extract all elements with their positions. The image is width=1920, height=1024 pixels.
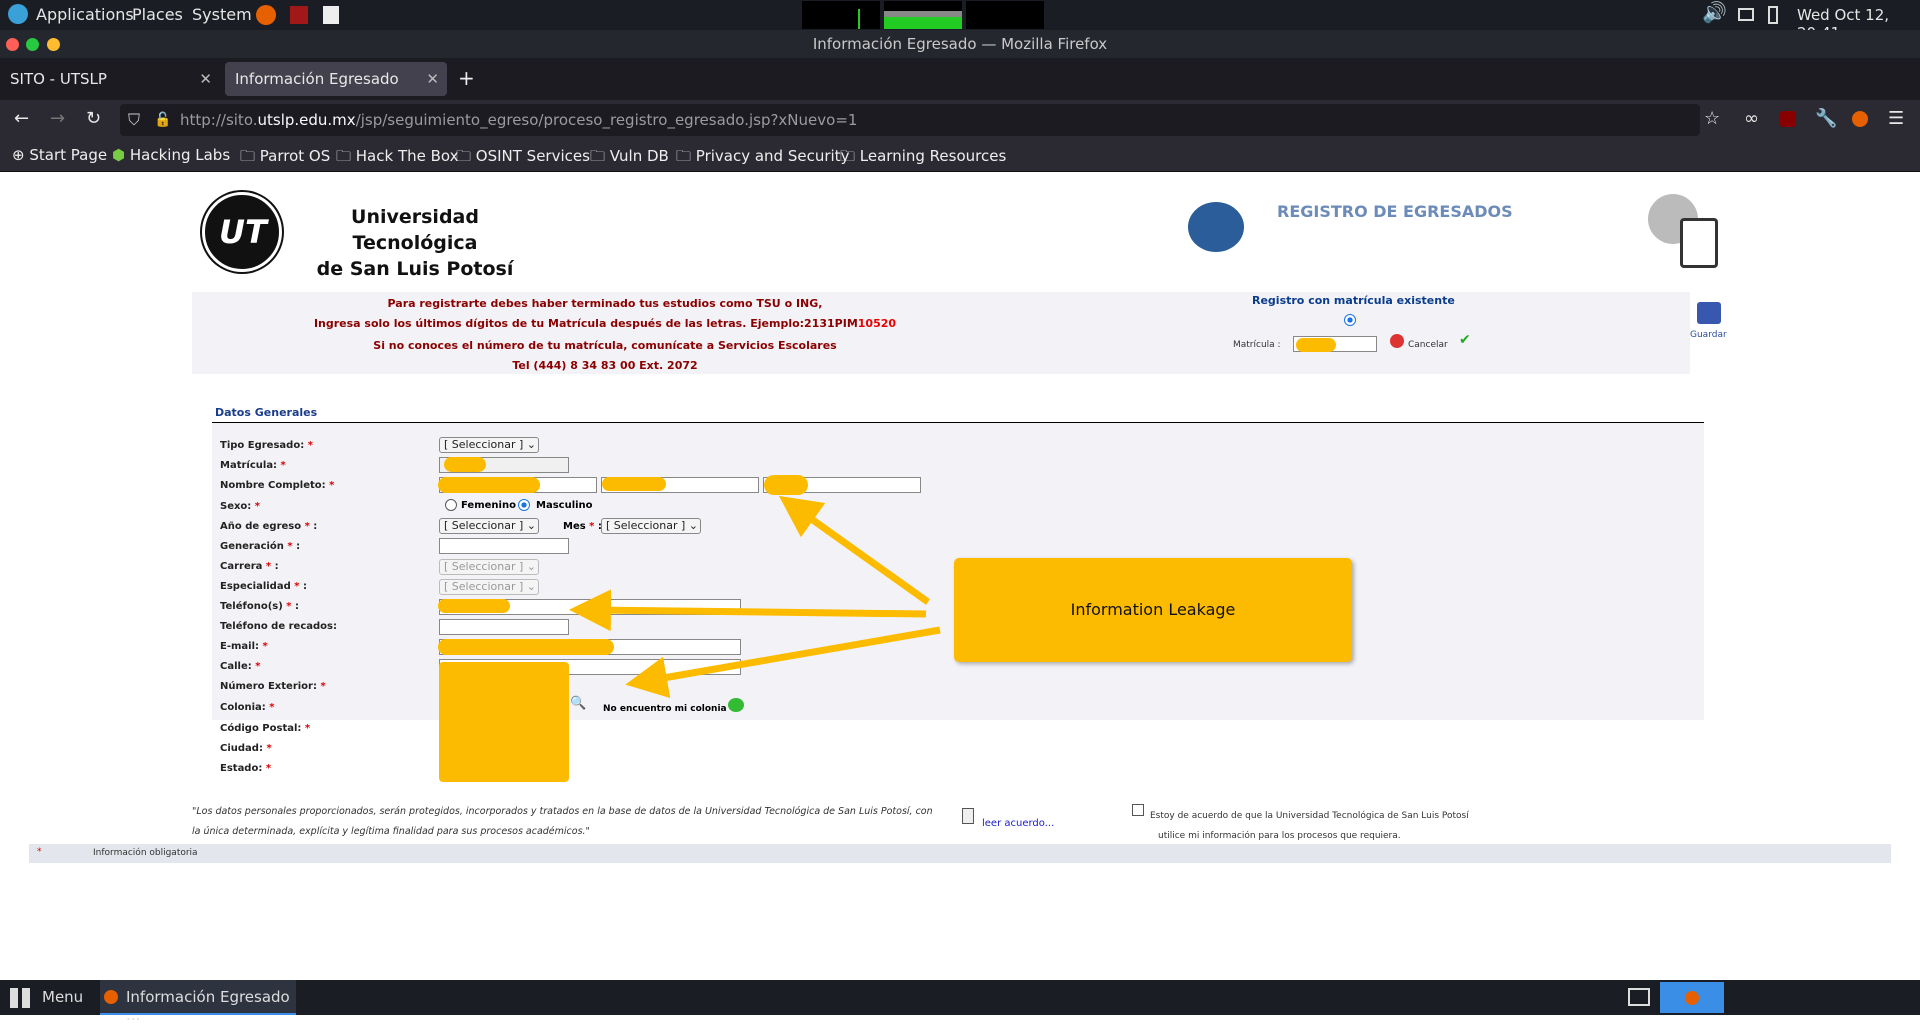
battery-icon[interactable] <box>1768 6 1778 24</box>
bookmark-label: Hack The Box <box>355 147 459 165</box>
window-title-bar: Información Egresado — Mozilla Firefox <box>0 30 1920 58</box>
close-tab-icon[interactable]: ✕ <box>199 62 212 96</box>
tab-label: Información Egresado <box>235 70 399 88</box>
leer-acuerdo-link[interactable]: leer acuerdo... <box>982 818 1054 829</box>
arrow-to-telefono <box>569 589 927 632</box>
bookmark-osint-services[interactable]: 🗀 OSINT Services <box>456 146 590 171</box>
tab-sito[interactable]: SITO - UTSLP ✕ <box>0 62 220 96</box>
maximize-window-icon[interactable] <box>26 38 39 51</box>
bookmark-label: OSINT Services <box>475 147 590 165</box>
privacy-notice: "Los datos personales proporcionados, se… <box>192 806 933 837</box>
acuerdo-line1: Estoy de acuerdo de que la Universidad T… <box>1150 811 1469 821</box>
acuerdo-checkbox[interactable] <box>1132 804 1144 816</box>
forward-icon[interactable]: → <box>50 108 65 129</box>
reload-icon[interactable]: ↻ <box>86 108 101 129</box>
bookmark-start-page[interactable]: ⊕ Start Page <box>12 146 107 164</box>
bookmark-hack-the-box[interactable]: 🗀 Hack The Box <box>336 146 459 171</box>
start-menu-button[interactable]: Menu <box>42 988 83 1006</box>
insecure-lock-icon[interactable]: 🔓 <box>154 104 171 136</box>
obligatoria-bar: * Información obligatoria <box>29 844 1891 863</box>
bookmark-label: Start Page <box>29 146 108 164</box>
close-tab-icon[interactable]: ✕ <box>426 62 439 96</box>
arrow-to-nombre <box>778 495 931 605</box>
cpu-monitor-graph <box>802 1 880 29</box>
back-icon[interactable]: ← <box>14 108 29 129</box>
text-editor-launcher-icon[interactable] <box>323 6 339 24</box>
bookmarks-toolbar: ⊕ Start Page ⬢ Hacking Labs 🗀 Parrot OS … <box>0 140 1920 172</box>
bookmark-hacking-labs[interactable]: ⬢ Hacking Labs <box>112 146 230 164</box>
volume-icon[interactable]: 🔊 <box>1702 0 1727 24</box>
bookmark-parrot-os[interactable]: 🗀 Parrot OS <box>240 146 330 171</box>
bookmark-label: Parrot OS <box>259 147 331 165</box>
url-domain: utslp.edu.mx <box>257 111 356 129</box>
bookmark-label: Vuln DB <box>609 147 669 165</box>
workspace-switcher-icon[interactable] <box>1628 988 1650 1006</box>
bookmark-label: Learning Resources <box>859 147 1007 165</box>
url-path: /jsp/seguimiento_egreso/proceso_registro… <box>355 111 858 129</box>
firefox-launcher-icon[interactable] <box>256 5 276 25</box>
new-tab-icon[interactable]: + <box>458 66 475 90</box>
obligatoria-text: Información obligatoria <box>93 848 198 858</box>
hamburger-menu-icon[interactable]: ☰ <box>1888 108 1904 129</box>
shield-icon[interactable]: ⛉ <box>128 104 140 136</box>
url-prefix: http://sito. <box>180 111 258 129</box>
system-menu[interactable]: System <box>192 5 252 24</box>
workspace-indicator[interactable] <box>1660 982 1724 1013</box>
tab-strip: SITO - UTSLP ✕ Información Egresado ✕ + <box>0 58 1920 100</box>
extension-fox-icon[interactable] <box>1852 111 1868 127</box>
bookmark-learning-resources[interactable]: 🗀 Learning Resources <box>840 146 1006 171</box>
display-icon[interactable] <box>1738 8 1754 21</box>
terminal-launcher-icon[interactable] <box>290 6 308 24</box>
menu-grid-icon[interactable] <box>10 988 30 1008</box>
close-window-icon[interactable] <box>6 38 19 51</box>
bookmark-vuln-db[interactable]: 🗀 Vuln DB <box>590 146 669 171</box>
required-asterisk: * <box>37 847 42 857</box>
firefox-icon <box>1685 991 1699 1005</box>
acuerdo-line2: utilice mi información para los procesos… <box>1158 831 1401 841</box>
bookmark-label: Hacking Labs <box>129 146 231 164</box>
memory-monitor-graph <box>884 1 962 29</box>
taskbar: Menu Información Egresado ... <box>0 980 1920 1024</box>
places-menu[interactable]: Places <box>132 5 183 24</box>
bookmark-label: Privacy and Security <box>695 147 850 165</box>
system-top-bar: Applications Places System 🔊 Wed Oct 12,… <box>0 0 1920 42</box>
network-monitor-graph <box>966 1 1044 29</box>
parrot-logo-icon[interactable] <box>8 4 28 24</box>
window-title: Información Egresado — Mozilla Firefox <box>812 35 1108 53</box>
bookmark-privacy-security[interactable]: 🗀 Privacy and Security <box>676 146 849 171</box>
ublock-icon[interactable] <box>1780 111 1796 127</box>
url-bar[interactable]: ⛉ 🔓 http://sito.utslp.edu.mx/jsp/seguimi… <box>120 104 1700 136</box>
navigation-toolbar: ← → ↻ ⛉ 🔓 http://sito.utslp.edu.mx/jsp/s… <box>0 100 1920 140</box>
page-content: UT Universidad Tecnológica de San Luis P… <box>0 172 1920 980</box>
firefox-icon <box>104 990 118 1004</box>
taskbar-firefox-window[interactable]: Información Egresado ... <box>100 980 296 1024</box>
tab-informacion-egresado[interactable]: Información Egresado ✕ <box>225 62 447 96</box>
tab-label: SITO - UTSLP <box>10 70 107 88</box>
acuerdo-text: Estoy de acuerdo de que la Universidad T… <box>1150 806 1469 846</box>
taskbar-window-label: Información Egresado ... <box>126 988 290 1024</box>
document-icon <box>962 808 974 824</box>
bookmark-star-icon[interactable]: ☆ <box>1704 108 1720 129</box>
private-mask-icon[interactable]: ∞ <box>1744 108 1759 129</box>
applications-menu[interactable]: Applications <box>36 5 134 24</box>
tools-wrench-icon[interactable]: 🔧 <box>1815 108 1837 129</box>
arrow-to-address <box>625 626 941 699</box>
minimize-window-icon[interactable] <box>47 38 60 51</box>
